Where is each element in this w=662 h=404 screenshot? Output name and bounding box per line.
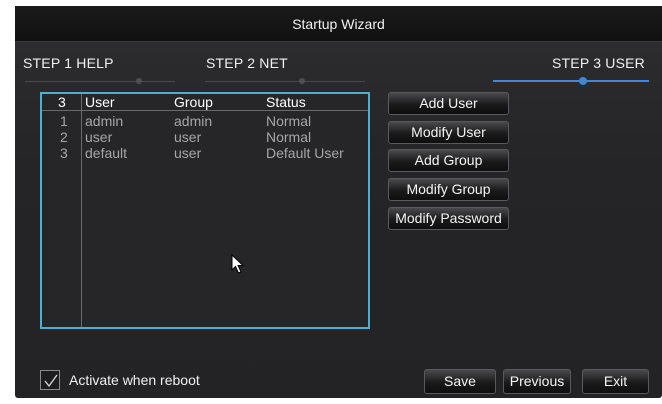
activate-when-reboot-label: Activate when reboot — [69, 372, 200, 388]
step-1-indicator — [136, 78, 142, 84]
column-header-group: Group — [174, 94, 213, 110]
table-row[interactable]: 3 default user Default User — [42, 145, 368, 161]
row-status: Default User — [266, 145, 344, 161]
row-index: 1 — [60, 113, 68, 129]
mouse-pointer-icon — [231, 254, 245, 274]
modify-group-button[interactable]: Modify Group — [388, 178, 509, 201]
add-group-button[interactable]: Add Group — [388, 149, 509, 172]
modify-user-button[interactable]: Modify User — [388, 121, 509, 144]
table-header: 3 User Group Status — [42, 94, 368, 111]
row-index: 3 — [60, 145, 68, 161]
modify-password-button[interactable]: Modify Password — [388, 207, 509, 230]
table-row[interactable]: 2 user user Normal — [42, 129, 368, 145]
step-3-track — [493, 80, 649, 82]
startup-wizard-window: Startup Wizard STEP 1 HELP STEP 2 NET ST… — [15, 6, 662, 398]
column-header-status: Status — [266, 94, 306, 110]
row-group: user — [174, 129, 202, 145]
step-2-track — [205, 81, 365, 82]
exit-button[interactable]: Exit — [582, 369, 649, 394]
step-3-indicator — [579, 77, 587, 85]
step-2-indicator — [299, 78, 305, 84]
add-user-button[interactable]: Add User — [388, 92, 509, 115]
table-row[interactable]: 1 admin admin Normal — [42, 113, 368, 129]
row-user: default — [85, 145, 128, 161]
user-count: 3 — [58, 94, 66, 110]
row-group: admin — [174, 113, 213, 129]
row-status: Normal — [266, 129, 312, 145]
step-3-user-label: STEP 3 USER — [552, 55, 645, 71]
window-title: Startup Wizard — [15, 6, 662, 42]
row-group: user — [174, 145, 202, 161]
save-button[interactable]: Save — [424, 369, 496, 394]
step-1-track — [25, 81, 175, 82]
step-1-help-label: STEP 1 HELP — [23, 55, 114, 71]
activate-when-reboot-checkbox[interactable] — [40, 370, 60, 390]
previous-button[interactable]: Previous — [503, 369, 571, 394]
user-table: 3 User Group Status 1 admin admin Normal… — [40, 92, 370, 329]
row-user: user — [85, 129, 113, 145]
row-status: Normal — [266, 113, 312, 129]
row-user: admin — [85, 113, 124, 129]
checkmark-icon — [44, 374, 58, 388]
step-2-net-label: STEP 2 NET — [206, 55, 288, 71]
row-index: 2 — [60, 129, 68, 145]
column-header-user: User — [85, 94, 115, 110]
